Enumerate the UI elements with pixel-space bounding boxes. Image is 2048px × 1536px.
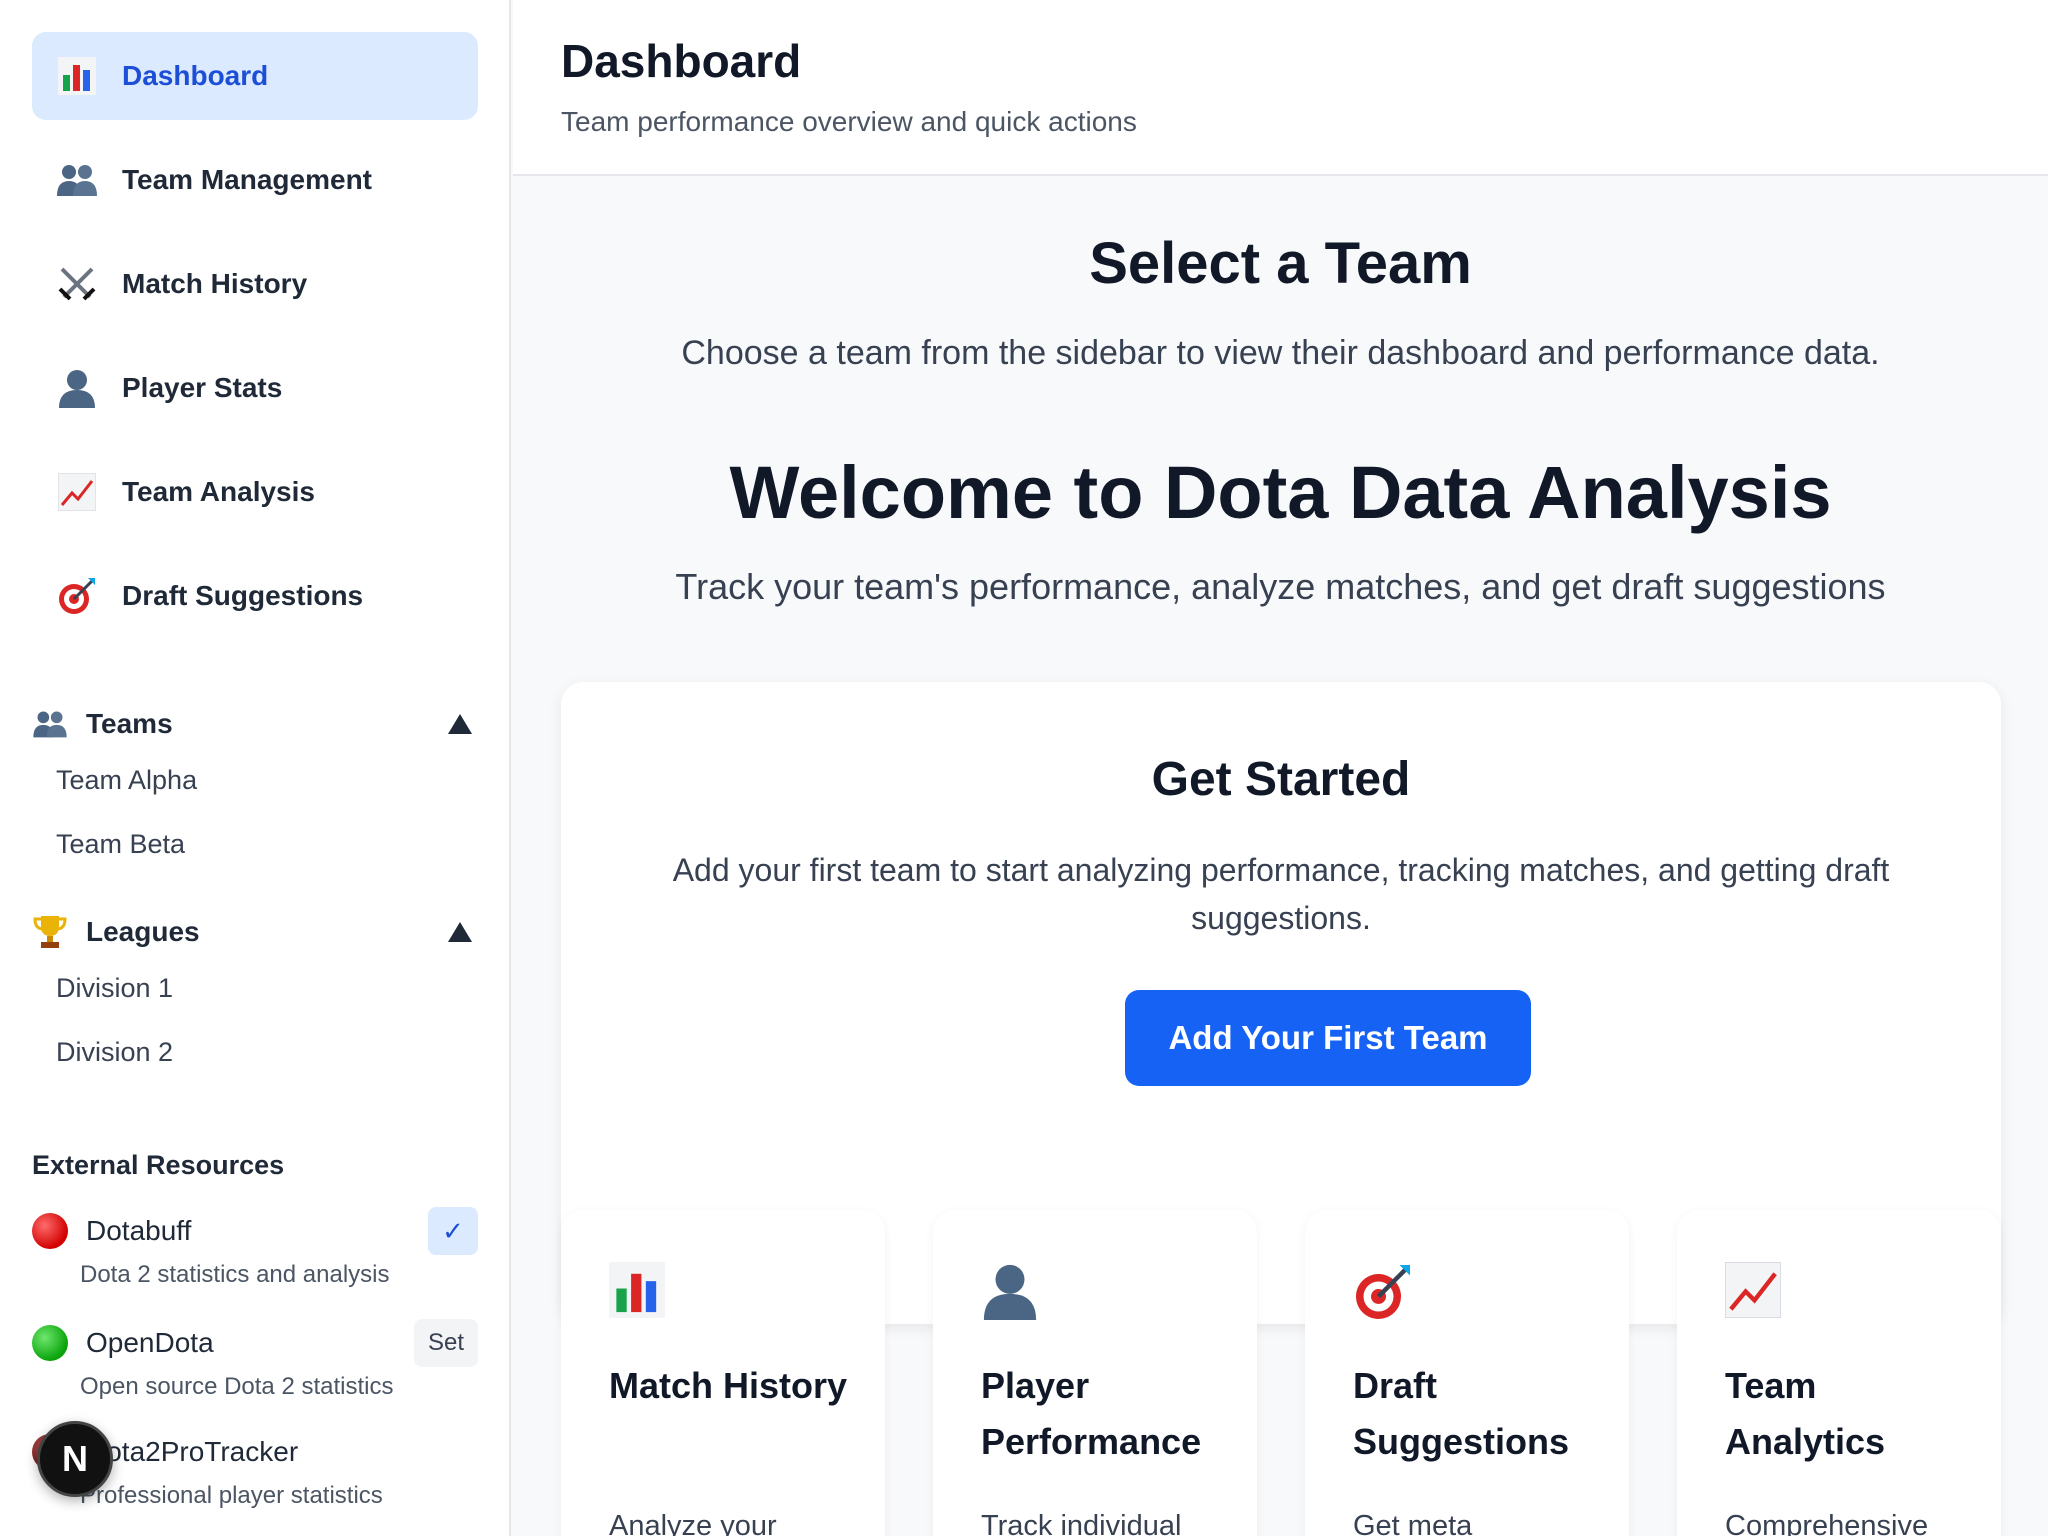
teams-section: Teams Team Alpha Team Beta bbox=[32, 700, 478, 876]
feature-description: Comprehensive bbox=[1725, 1510, 1929, 1536]
teams-section-label: Teams bbox=[86, 708, 173, 739]
nav-label: Player Stats bbox=[122, 372, 283, 403]
resource-description: Dota 2 statistics and analysis bbox=[80, 1261, 390, 1288]
resource-name: Dota2ProTracker bbox=[86, 1436, 299, 1467]
add-first-team-button[interactable]: Add Your First Team bbox=[1125, 990, 1531, 1086]
external-resource-dotabuff[interactable]: Dotabuff ✓ Dota 2 statistics and analysi… bbox=[32, 1207, 478, 1289]
external-resources-title: External Resources bbox=[32, 1150, 285, 1180]
bar-chart-icon bbox=[56, 55, 98, 97]
person-icon bbox=[981, 1262, 1041, 1322]
feature-description: Get meta bbox=[1353, 1510, 1473, 1536]
leagues-section-toggle[interactable]: Leagues bbox=[32, 908, 478, 956]
nav-label: Team Management bbox=[122, 164, 372, 195]
select-team-heading: Select a Team bbox=[1089, 231, 1472, 296]
target-icon bbox=[56, 575, 98, 617]
resource-description: Open source Dota 2 statistics bbox=[80, 1373, 394, 1400]
feature-description: Analyze your bbox=[609, 1510, 777, 1536]
feature-title: Match History bbox=[609, 1365, 848, 1406]
feature-title: Player Performance bbox=[981, 1365, 1202, 1462]
team-item[interactable]: Team Alpha bbox=[32, 748, 478, 812]
main-content: Select a Team Choose a team from the sid… bbox=[513, 178, 2048, 1536]
trend-chart-icon bbox=[56, 471, 98, 513]
feature-card-team-analytics[interactable]: Team Analytics Comprehensive bbox=[1677, 1210, 2001, 1536]
trend-chart-icon bbox=[1724, 1261, 1785, 1322]
get-started-title: Get Started bbox=[1151, 753, 1411, 806]
bar-chart-icon bbox=[609, 1262, 669, 1322]
nav-item-team-management[interactable]: Team Management bbox=[32, 136, 478, 224]
team-item[interactable]: Team Beta bbox=[32, 812, 478, 876]
chevron-up-icon bbox=[448, 922, 472, 942]
main-nav: Dashboard Team Management Match History … bbox=[32, 32, 478, 656]
people-icon bbox=[56, 159, 98, 201]
league-item[interactable]: Division 2 bbox=[32, 1020, 478, 1084]
welcome-text: Track your team's performance, analyze m… bbox=[675, 566, 1886, 607]
nav-item-team-analysis[interactable]: Team Analysis bbox=[32, 448, 478, 536]
chevron-up-icon bbox=[448, 714, 472, 734]
welcome-heading: Welcome to Dota Data Analysis bbox=[729, 451, 1832, 534]
person-icon bbox=[56, 367, 98, 409]
red-circle-icon bbox=[32, 1213, 68, 1249]
nav-label: Draft Suggestions bbox=[122, 580, 364, 611]
feature-title: Draft Suggestions bbox=[1353, 1365, 1570, 1462]
page-header: Dashboard Team performance overview and … bbox=[513, 0, 2048, 176]
resource-set-button[interactable]: Set bbox=[413, 1319, 478, 1367]
trophy-icon bbox=[32, 914, 68, 950]
nav-label: Dashboard bbox=[122, 60, 269, 91]
resource-name: OpenDota bbox=[86, 1327, 214, 1358]
teams-section-toggle[interactable]: Teams bbox=[32, 700, 478, 748]
dev-tools-badge[interactable]: N bbox=[37, 1421, 113, 1497]
get-started-text: Add your first team to start analyzing p… bbox=[672, 852, 1890, 936]
sidebar: Dashboard Team Management Match History … bbox=[0, 0, 511, 1536]
nav-item-dashboard[interactable]: Dashboard bbox=[32, 32, 478, 120]
target-icon bbox=[1353, 1262, 1413, 1322]
crossed-swords-icon bbox=[56, 263, 98, 305]
leagues-section-label: Leagues bbox=[86, 916, 200, 947]
select-team-text: Choose a team from the sidebar to view t… bbox=[681, 334, 1880, 372]
external-resource-opendota[interactable]: OpenDota Set Open source Dota 2 statisti… bbox=[32, 1319, 478, 1401]
feature-card-match-history[interactable]: Match History Analyze your bbox=[561, 1210, 885, 1536]
feature-card-draft-suggestions[interactable]: Draft Suggestions Get meta bbox=[1305, 1210, 1629, 1536]
nav-label: Team Analysis bbox=[122, 476, 315, 507]
nav-item-draft-suggestions[interactable]: Draft Suggestions bbox=[32, 552, 478, 640]
resource-checked-button[interactable]: ✓ bbox=[428, 1207, 478, 1255]
people-icon bbox=[32, 706, 68, 742]
nav-item-player-stats[interactable]: Player Stats bbox=[32, 344, 478, 432]
feature-title: Team Analytics bbox=[1725, 1365, 1886, 1462]
resource-name: Dotabuff bbox=[86, 1215, 192, 1246]
nav-item-match-history[interactable]: Match History bbox=[32, 240, 478, 328]
page-subtitle: Team performance overview and quick acti… bbox=[561, 106, 1137, 137]
page-title: Dashboard bbox=[561, 35, 802, 87]
green-circle-icon bbox=[32, 1325, 68, 1361]
leagues-section: Leagues Division 1 Division 2 bbox=[32, 908, 478, 1084]
league-item[interactable]: Division 1 bbox=[32, 956, 478, 1020]
feature-description: Track individual bbox=[981, 1510, 1182, 1536]
feature-card-player-performance[interactable]: Player Performance Track individual bbox=[933, 1210, 1257, 1536]
nav-label: Match History bbox=[122, 268, 308, 299]
